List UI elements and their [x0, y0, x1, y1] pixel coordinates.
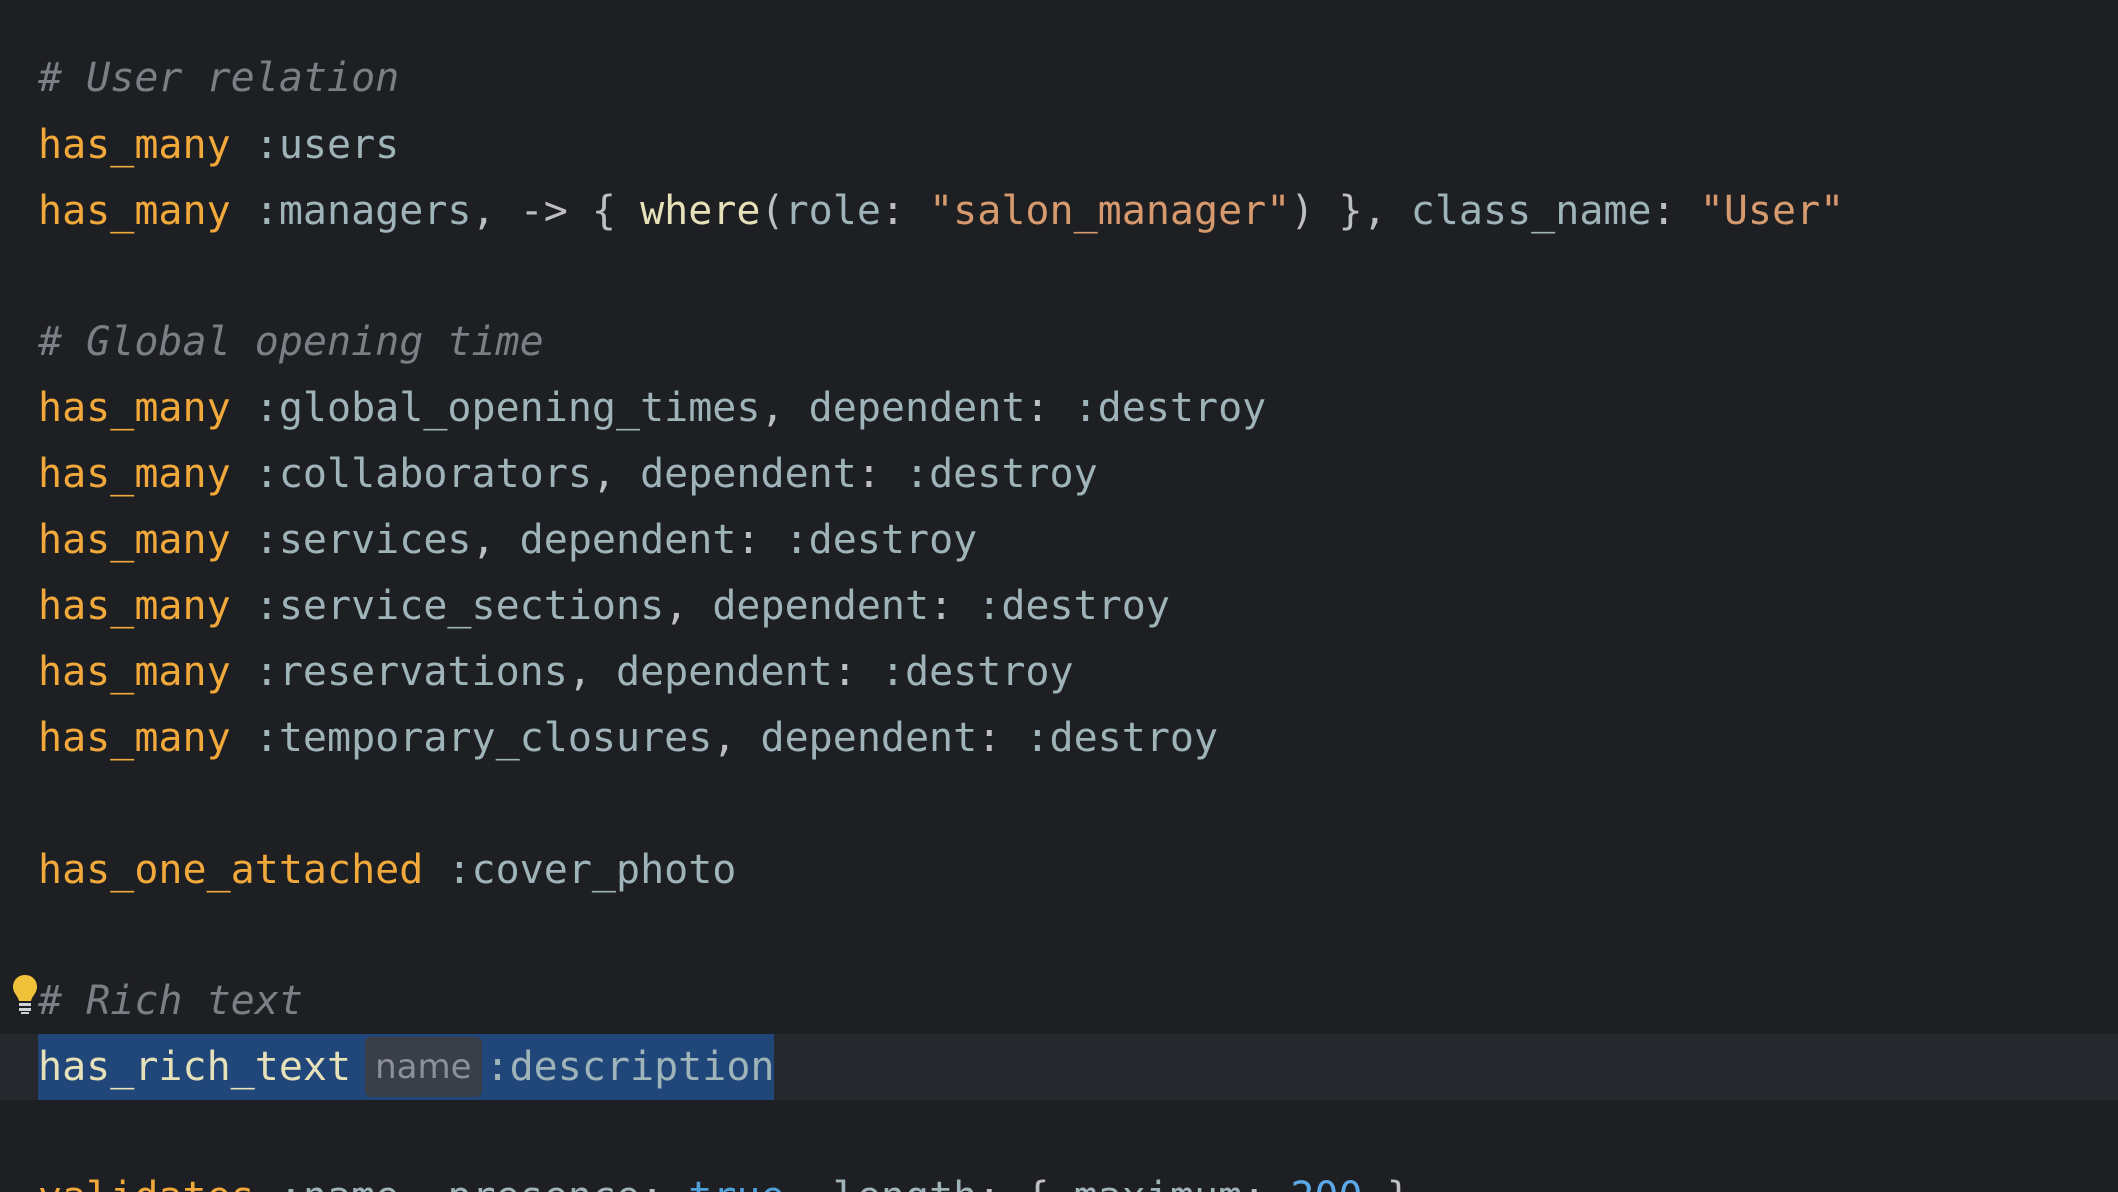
punctuation: :: [856, 451, 905, 497]
keyword: has_many: [38, 649, 231, 695]
symbol: :users: [254, 122, 400, 168]
code-line[interactable]: # Global opening time: [0, 309, 2118, 375]
punctuation: ) },: [1290, 188, 1411, 234]
punctuation: , -> {: [471, 188, 641, 234]
keyword: has_many: [38, 517, 231, 563]
keyword: has_many: [38, 583, 231, 629]
keyword: has_many: [38, 122, 231, 168]
hash-key: dependent: [712, 583, 930, 629]
symbol: :managers: [254, 188, 472, 234]
punctuation: :: [1651, 188, 1700, 234]
number: 200: [1290, 1174, 1362, 1192]
keyword: has_many: [38, 451, 231, 497]
comment: # Rich text: [38, 978, 303, 1024]
punctuation: ,: [567, 649, 616, 695]
code-line[interactable]: has_many :temporary_closures, dependent:…: [0, 705, 2118, 771]
punctuation: :: [929, 583, 978, 629]
punctuation: :: [880, 188, 930, 234]
code-line[interactable]: has_many :reservations, dependent: :dest…: [0, 639, 2118, 705]
code-line[interactable]: has_one_attached :cover_photo: [0, 837, 2118, 903]
code-line[interactable]: has_many :global_opening_times, dependen…: [0, 375, 2118, 441]
hash-key: role: [784, 188, 881, 234]
punctuation: }: [1363, 1174, 1411, 1192]
symbol: :destroy: [977, 583, 1170, 629]
text-selection[interactable]: has_rich_text name:description: [38, 1034, 775, 1100]
punctuation: (: [760, 188, 785, 234]
punctuation: :: [832, 649, 881, 695]
hash-key: dependent: [640, 451, 857, 497]
symbol: :destroy: [1025, 715, 1219, 761]
punctuation: ,: [399, 1174, 447, 1192]
punctuation: :: [640, 1174, 688, 1192]
hash-key: maximum: [1074, 1174, 1243, 1192]
punctuation: :: [977, 715, 1026, 761]
hash-key: dependent: [808, 385, 1026, 431]
method-call: where: [640, 188, 761, 234]
code-line[interactable]: has_many :collaborators, dependent: :des…: [0, 441, 2118, 507]
hash-key: dependent: [760, 715, 978, 761]
symbol: :destroy: [1073, 385, 1267, 431]
keyword: has_one_attached: [38, 847, 424, 893]
current-code-line[interactable]: has_rich_text name:description: [0, 1034, 2118, 1100]
symbol: :reservations: [254, 649, 568, 695]
keyword: has_rich_text: [38, 1044, 352, 1090]
symbol: :destroy: [880, 649, 1074, 695]
hash-key: presence: [447, 1174, 640, 1192]
punctuation: :: [736, 517, 785, 563]
symbol: :temporary_closures: [254, 715, 713, 761]
code-line[interactable]: validates :name, presence: true, length:…: [0, 1164, 2118, 1192]
punctuation: :: [1242, 1174, 1290, 1192]
keyword: validates: [38, 1174, 255, 1192]
string: "salon_manager": [929, 188, 1291, 234]
code-editor[interactable]: # User relation has_many :users has_many…: [0, 0, 2118, 1192]
lightbulb-icon[interactable]: [10, 973, 40, 1015]
symbol: :cover_photo: [447, 847, 737, 893]
code-line[interactable]: has_many :services, dependent: :destroy: [0, 507, 2118, 573]
punctuation: ,: [664, 583, 713, 629]
punctuation: ,: [760, 385, 809, 431]
literal: true: [688, 1174, 784, 1192]
code-line[interactable]: # Rich text: [0, 968, 2118, 1034]
string: "User": [1699, 188, 1845, 234]
comment: # Global opening time: [38, 319, 544, 365]
hash-key: dependent: [519, 517, 737, 563]
code-line[interactable]: has_many :users: [0, 112, 2118, 178]
hash-key: dependent: [616, 649, 833, 695]
punctuation: :: [1025, 385, 1074, 431]
symbol: :destroy: [905, 451, 1098, 497]
hash-key: class_name: [1410, 188, 1652, 234]
code-line[interactable]: has_many :service_sections, dependent: :…: [0, 573, 2118, 639]
symbol: :collaborators: [254, 451, 592, 497]
symbol: :name: [279, 1174, 399, 1192]
symbol: :services: [254, 517, 472, 563]
code-line[interactable]: # User relation: [0, 45, 2118, 111]
punctuation: ,: [785, 1174, 833, 1192]
keyword: has_many: [38, 385, 231, 431]
code-line[interactable]: has_many :managers, -> { where(role: "sa…: [0, 178, 2118, 244]
hash-key: length: [833, 1174, 978, 1192]
keyword: has_many: [38, 715, 231, 761]
symbol: :description: [485, 1044, 775, 1090]
symbol: :destroy: [784, 517, 978, 563]
symbol: :service_sections: [254, 583, 665, 629]
punctuation: : {: [977, 1174, 1073, 1192]
punctuation: ,: [712, 715, 761, 761]
symbol: :global_opening_times: [254, 385, 761, 431]
comment: # User relation: [38, 55, 400, 101]
punctuation: ,: [591, 451, 641, 497]
parameter-hint: name: [365, 1037, 482, 1097]
keyword: has_many: [38, 188, 231, 234]
punctuation: ,: [471, 517, 520, 563]
